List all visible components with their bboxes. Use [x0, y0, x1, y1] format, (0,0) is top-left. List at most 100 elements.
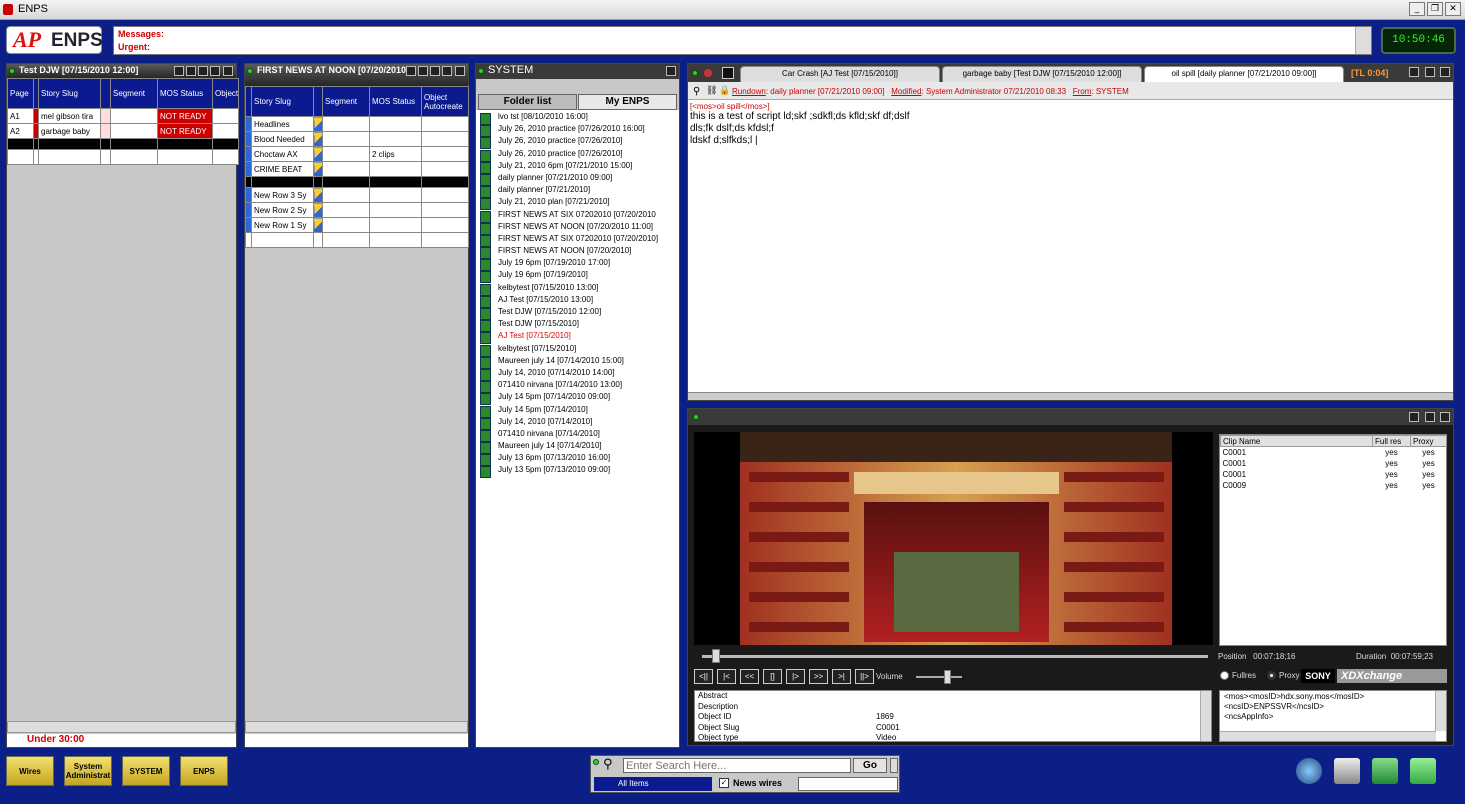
rewind-button[interactable]: <<: [740, 669, 759, 684]
table-row[interactable]: Blood Needed: [245, 131, 469, 147]
table-row[interactable]: Choctaw AX 2 clips: [245, 146, 469, 162]
fast-forward-button[interactable]: >>: [809, 669, 828, 684]
folder-list-item[interactable]: July 13 6pm [07/13/2010 16:00]: [476, 453, 679, 467]
folder-list-item[interactable]: July 19 6pm [07/19/2010 17:00]: [476, 258, 679, 272]
fullres-radio[interactable]: [1220, 671, 1229, 680]
object-cell[interactable]: [421, 146, 469, 162]
segment-cell[interactable]: [322, 116, 370, 132]
column-header[interactable]: Segment: [322, 86, 370, 117]
search-icon[interactable]: ⚲: [693, 86, 700, 97]
script-text-area[interactable]: [<mos>oil spill</mos>] this is a test of…: [688, 100, 1453, 149]
mail-icon[interactable]: [1372, 758, 1398, 784]
segment-cell[interactable]: [322, 202, 370, 218]
segment-cell[interactable]: [322, 187, 370, 203]
table-row[interactable]: New Row 3 Sy: [245, 187, 469, 203]
script-icon[interactable]: [100, 123, 111, 139]
story-slug-cell[interactable]: garbage baby: [38, 123, 101, 139]
segment-cell[interactable]: [110, 108, 158, 124]
story-slug-cell[interactable]: CRIME BEAT: [251, 161, 314, 177]
all-items-select[interactable]: All Items: [594, 777, 712, 791]
video-preview[interactable]: [694, 432, 1213, 645]
clip-row[interactable]: C0009 yes yes: [1221, 480, 1447, 491]
script-tab[interactable]: garbage baby [Test DJW [07/15/2010 12:00…: [942, 66, 1142, 82]
mos-icon[interactable]: [313, 217, 323, 233]
column-header[interactable]: Story Slug: [38, 78, 101, 109]
clip-column-header[interactable]: Clip Name: [1220, 435, 1373, 447]
news-wires-select[interactable]: [798, 777, 898, 791]
tab-my-enps[interactable]: My ENPS: [578, 94, 677, 110]
go-to-end-button[interactable]: >|: [832, 669, 851, 684]
story-slug-cell[interactable]: mel gibson tira: [38, 108, 101, 124]
grid-icon[interactable]: [418, 66, 428, 76]
segment-cell[interactable]: [322, 161, 370, 177]
system-button[interactable]: SYSTEM: [122, 756, 170, 786]
segment-cell[interactable]: [322, 146, 370, 162]
restore-icon[interactable]: [198, 66, 208, 76]
horizontal-scrollbar[interactable]: [245, 721, 468, 733]
xml-hscrollbar[interactable]: [1220, 731, 1436, 741]
folder-list-item[interactable]: daily planner [07/21/2010]: [476, 185, 679, 199]
close-icon[interactable]: [223, 66, 233, 76]
restore-icon[interactable]: [430, 66, 440, 76]
globe-icon[interactable]: [1296, 758, 1322, 784]
column-header[interactable]: [313, 86, 323, 117]
minimize-button[interactable]: _: [1409, 2, 1425, 16]
xml-scrollbar[interactable]: [1435, 691, 1446, 731]
close-icon[interactable]: [455, 66, 465, 76]
maximize-button[interactable]: ❐: [1427, 2, 1443, 16]
story-slug-cell[interactable]: Headlines: [251, 116, 314, 132]
folder-list-item[interactable]: kelbytest [07/15/2010 13:00]: [476, 283, 679, 296]
system-administrator-button[interactable]: System Administrat: [64, 756, 112, 786]
folder-list-item[interactable]: Maureen july 14 [07/14/2010]: [476, 441, 679, 455]
object-cell[interactable]: [421, 202, 469, 218]
printer-icon[interactable]: [1334, 758, 1360, 784]
folder-list-item[interactable]: 071410 nirvana [07/14/2010]: [476, 429, 679, 443]
clip-row[interactable]: C0001 yes yes: [1221, 458, 1447, 469]
metadata-scrollbar[interactable]: [1200, 691, 1211, 741]
object-cell[interactable]: [421, 116, 469, 132]
mos-icon[interactable]: [313, 146, 323, 162]
clip-row[interactable]: C0001 yes yes: [1221, 447, 1447, 458]
go-to-start-button[interactable]: |<: [717, 669, 736, 684]
folder-list-item[interactable]: July 26, 2010 practice [07/26/2010]: [476, 149, 679, 162]
folder-list-item[interactable]: lvo tst [08/10/2010 16:00]: [476, 112, 679, 126]
folder-list-item[interactable]: FIRST NEWS AT NOON [07/20/2010 11:00]: [476, 222, 679, 235]
clip-column-header[interactable]: Full res: [1372, 435, 1411, 447]
enps-button[interactable]: ENPS: [180, 756, 228, 786]
prev-frame-button[interactable]: <||: [694, 669, 713, 684]
close-icon[interactable]: [1440, 412, 1450, 422]
table-row[interactable]: CRIME BEAT: [245, 161, 469, 177]
table-row[interactable]: Headlines: [245, 116, 469, 132]
folder-list-item[interactable]: 071410 nirvana [07/14/2010 13:00]: [476, 380, 679, 394]
lock-icon[interactable]: 🔒: [719, 86, 730, 96]
table-row[interactable]: A1 mel gibson tira NOT READY: [7, 108, 239, 124]
folder-list-item[interactable]: Maureen july 14 [07/14/2010 15:00]: [476, 356, 679, 369]
link-icon[interactable]: ⛓: [706, 86, 717, 96]
restore-icon[interactable]: [1409, 412, 1419, 422]
restore-icon[interactable]: [666, 66, 676, 76]
folder-list-item[interactable]: AJ Test [07/15/2010 13:00]: [476, 295, 679, 309]
column-header[interactable]: Segment: [110, 78, 158, 109]
rundown-link[interactable]: Rundown: [732, 87, 766, 96]
nav-icon[interactable]: [174, 66, 184, 76]
folder-list-item[interactable]: daily planner [07/21/2010 09:00]: [476, 173, 679, 187]
script-tab[interactable]: oil spill [daily planner [07/21/2010 09:…: [1144, 66, 1344, 82]
mos-icon[interactable]: [313, 161, 323, 177]
script-line[interactable]: this is a test of script ld;skf ;sdkfl;d…: [690, 111, 1451, 123]
restore-icon[interactable]: [1409, 67, 1419, 77]
folder-list-item[interactable]: July 21, 2010 plan [07/21/2010]: [476, 197, 679, 211]
story-slug-cell[interactable]: Choctaw AX: [251, 146, 314, 162]
folder-list-item[interactable]: FIRST NEWS AT NOON [07/20/2010]: [476, 246, 679, 260]
clip-row[interactable]: C0001 yes yes: [1221, 469, 1447, 480]
folder-list-item[interactable]: AJ Test [07/15/2010]: [476, 331, 679, 345]
stop-button[interactable]: []: [763, 669, 782, 684]
mos-icon[interactable]: [313, 116, 323, 132]
column-header[interactable]: MOS Status: [157, 78, 213, 109]
column-header[interactable]: MOS Status: [369, 86, 422, 117]
folder-list-item[interactable]: kelbytest [07/15/2010]: [476, 344, 679, 357]
close-icon[interactable]: [1440, 67, 1450, 77]
search-scroll[interactable]: [890, 758, 898, 773]
table-row[interactable]: A2 garbage baby NOT READY: [7, 123, 239, 139]
timeline-scrubber[interactable]: [702, 649, 1208, 663]
maximize-icon[interactable]: [1425, 412, 1435, 422]
